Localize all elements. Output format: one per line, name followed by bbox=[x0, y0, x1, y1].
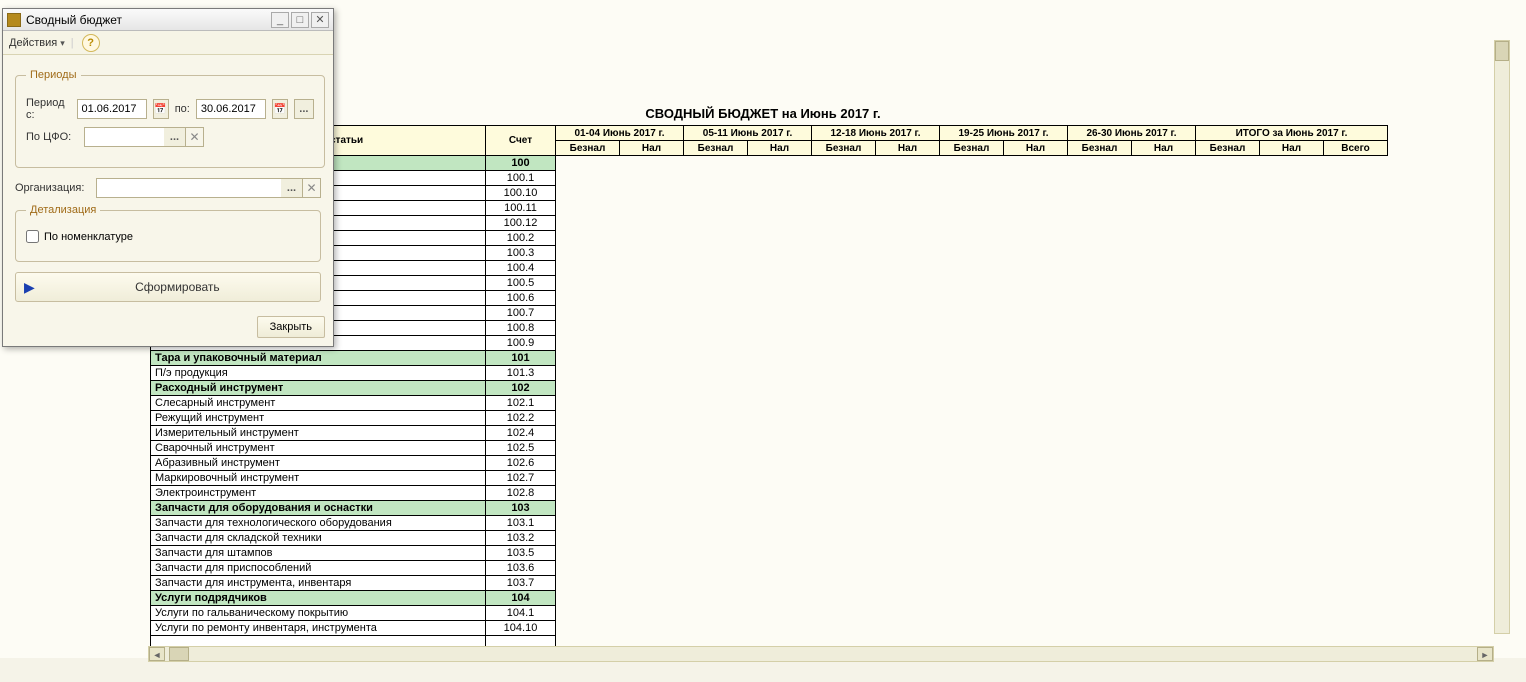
calendar-icon[interactable]: 📅 bbox=[153, 99, 169, 119]
help-button[interactable]: ? bbox=[82, 34, 100, 52]
table-row[interactable]: Услуги по гальваническому покрытию104.1 bbox=[151, 606, 1388, 621]
dialog-title: Сводный бюджет bbox=[26, 13, 269, 27]
col-period-3: 19-25 Июнь 2017 г. bbox=[940, 126, 1068, 141]
play-icon: ▶ bbox=[24, 279, 35, 296]
header-row-1: менование статьи Счет 01-04 Июнь 2017 г.… bbox=[151, 126, 1388, 141]
scrollbar-vertical[interactable] bbox=[1494, 40, 1510, 634]
detail-fieldset: Детализация По номенклатуре bbox=[15, 204, 321, 262]
scroll-left-icon[interactable]: ◄ bbox=[149, 647, 165, 661]
report-table: менование статьи Счет 01-04 Июнь 2017 г.… bbox=[150, 125, 1388, 658]
dialog-consolidated-budget: Сводный бюджет _ □ ✕ Действия ▾ | ? Пери… bbox=[2, 8, 334, 347]
table-row[interactable]: лы100.10 bbox=[151, 186, 1388, 201]
table-row[interactable]: жидкости, силиконовые смазки100.1 bbox=[151, 171, 1388, 186]
table-row[interactable]: П/э продукция101.3 bbox=[151, 366, 1388, 381]
scrollbar-thumb[interactable] bbox=[169, 647, 189, 661]
table-row[interactable]: Сварочный инструмент102.5 bbox=[151, 441, 1388, 456]
table-row[interactable]: 100.9 bbox=[151, 336, 1388, 351]
generate-button[interactable]: ▶ Сформировать bbox=[15, 272, 321, 302]
table-row[interactable]: алы100.8 bbox=[151, 321, 1388, 336]
org-lookup-button[interactable]: ... bbox=[281, 178, 303, 198]
periods-legend: Периоды bbox=[26, 69, 81, 81]
period-to-label: по: bbox=[175, 103, 190, 115]
table-row[interactable]: 100.7 bbox=[151, 306, 1388, 321]
generate-label: Сформировать bbox=[43, 280, 312, 294]
table-row[interactable]: Запчасти для оборудования и оснастки103 bbox=[151, 501, 1388, 516]
table-row[interactable]: Абразивный инструмент102.6 bbox=[151, 456, 1388, 471]
by-nomenclature-label: По номенклатуре bbox=[44, 231, 133, 243]
actions-menu[interactable]: Действия ▾ bbox=[9, 37, 67, 49]
table-row[interactable]: 100.11 bbox=[151, 201, 1388, 216]
table-row[interactable]: 100.3 bbox=[151, 246, 1388, 261]
col-period-0: 01-04 Июнь 2017 г. bbox=[556, 126, 684, 141]
period-picker-button[interactable]: ... bbox=[294, 99, 314, 119]
table-row[interactable]: Запчасти для инструмента, инвентаря103.7 bbox=[151, 576, 1388, 591]
col-period-2: 12-18 Июнь 2017 г. bbox=[812, 126, 940, 141]
table-row[interactable]: 100.4 bbox=[151, 261, 1388, 276]
table-row[interactable]: Тара и упаковочный материал101 bbox=[151, 351, 1388, 366]
table-row[interactable]: Услуги по ремонту инвентаря, инструмента… bbox=[151, 621, 1388, 636]
table-row[interactable]: Запчасти для штампов103.5 bbox=[151, 546, 1388, 561]
table-row[interactable]: Измерительный инструмент102.4 bbox=[151, 426, 1388, 441]
scrollbar-thumb[interactable] bbox=[1495, 41, 1509, 61]
col-period-1: 05-11 Июнь 2017 г. bbox=[684, 126, 812, 141]
table-row[interactable]: 100.6 bbox=[151, 291, 1388, 306]
table-row[interactable]: Маркировочный инструмент102.7 bbox=[151, 471, 1388, 486]
close-dialog-button[interactable]: Закрыть bbox=[257, 316, 325, 338]
detail-legend: Детализация bbox=[26, 204, 100, 216]
period-from-label: Период с: bbox=[26, 97, 71, 121]
period-from-input[interactable] bbox=[77, 99, 147, 119]
table-row[interactable]: 100.12 bbox=[151, 216, 1388, 231]
table-row[interactable]: Запчасти для технологического оборудован… bbox=[151, 516, 1388, 531]
dialog-icon bbox=[7, 13, 21, 27]
org-label: Организация: bbox=[15, 182, 90, 194]
org-clear-button[interactable]: ✕ bbox=[303, 178, 321, 198]
table-row[interactable]: Услуги подрядчиков104 bbox=[151, 591, 1388, 606]
col-period-4: 26-30 Июнь 2017 г. bbox=[1068, 126, 1196, 141]
dialog-toolbar: Действия ▾ | ? bbox=[3, 31, 333, 55]
col-acct: Счет bbox=[486, 126, 556, 156]
cfo-input[interactable] bbox=[84, 127, 164, 147]
org-input[interactable] bbox=[96, 178, 281, 198]
toolbar-separator: | bbox=[71, 37, 74, 49]
scroll-right-icon[interactable]: ► bbox=[1477, 647, 1493, 661]
table-row[interactable]: Режущий инструмент102.2 bbox=[151, 411, 1388, 426]
cfo-clear-button[interactable]: ✕ bbox=[186, 127, 204, 147]
table-row[interactable]: Электроинструмент102.8 bbox=[151, 486, 1388, 501]
by-nomenclature-checkbox[interactable] bbox=[26, 230, 39, 243]
table-row[interactable]: Слесарный инструмент102.1 bbox=[151, 396, 1388, 411]
close-button[interactable]: ✕ bbox=[311, 12, 329, 28]
period-to-input[interactable] bbox=[196, 99, 266, 119]
table-row[interactable]: Расходный инструмент102 bbox=[151, 381, 1388, 396]
periods-fieldset: Периоды Период с: 📅 по: 📅 ... По ЦФО: ..… bbox=[15, 69, 325, 168]
col-period-total: ИТОГО за Июнь 2017 г. bbox=[1196, 126, 1388, 141]
maximize-button[interactable]: □ bbox=[291, 12, 309, 28]
table-row[interactable]: ошки и прочая химия100.2 bbox=[151, 231, 1388, 246]
cfo-label: По ЦФО: bbox=[26, 131, 78, 143]
table-row[interactable]: 100.5 bbox=[151, 276, 1388, 291]
scrollbar-horizontal[interactable]: ◄ ► bbox=[148, 646, 1494, 662]
cfo-lookup-button[interactable]: ... bbox=[164, 127, 186, 147]
table-row[interactable]: 100 bbox=[151, 156, 1388, 171]
dialog-titlebar[interactable]: Сводный бюджет _ □ ✕ bbox=[3, 9, 333, 31]
table-row[interactable]: Запчасти для приспособлений103.6 bbox=[151, 561, 1388, 576]
minimize-button[interactable]: _ bbox=[271, 12, 289, 28]
table-row[interactable]: Запчасти для складской техники103.2 bbox=[151, 531, 1388, 546]
calendar-icon[interactable]: 📅 bbox=[272, 99, 288, 119]
